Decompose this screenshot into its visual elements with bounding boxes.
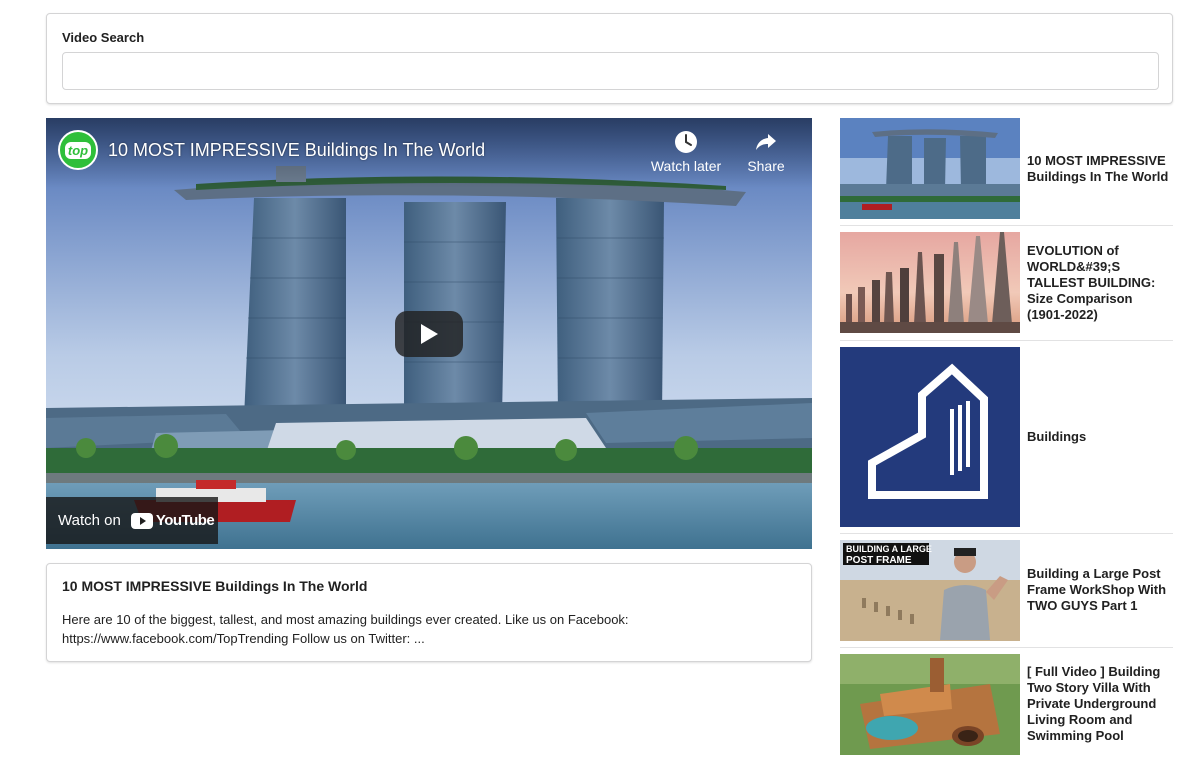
video-list-item-title: EVOLUTION of WORLD&#39;S TALLEST BUILDIN…: [1027, 243, 1156, 322]
video-list-item-title: Building a Large Post Frame WorkShop Wit…: [1027, 566, 1167, 613]
play-button[interactable]: [395, 311, 463, 357]
youtube-play-icon: [130, 512, 153, 529]
building-logo-icon: [840, 347, 1020, 527]
video-list-item-title: 10 MOST IMPRESSIVE Buildings In The Worl…: [1027, 153, 1169, 184]
watch-on-label: Watch on: [58, 512, 121, 529]
video-list-item-title: [ Full Video ] Building Two Story Villa …: [1027, 664, 1161, 743]
player-title[interactable]: 10 MOST IMPRESSIVE Buildings In The Worl…: [108, 140, 485, 161]
video-detail-description: Here are 10 of the biggest, tallest, and…: [62, 612, 629, 646]
video-list-item[interactable]: BUILDING A LARGE POST FRAME Building a L…: [840, 540, 1173, 641]
video-list-item[interactable]: Buildings: [840, 347, 1173, 527]
watch-later-label: Watch later: [650, 158, 722, 174]
clock-icon: [675, 131, 697, 153]
video-thumbnail: BUILDING A LARGE POST FRAME: [840, 540, 1020, 641]
video-list-item[interactable]: 10 MOST IMPRESSIVE Buildings In The Worl…: [840, 118, 1173, 219]
video-list-item-title: Buildings: [1027, 429, 1087, 444]
list-divider: [840, 647, 1173, 648]
video-detail-title: 10 MOST IMPRESSIVE Buildings In The Worl…: [62, 578, 368, 594]
channel-logo[interactable]: top: [58, 130, 98, 170]
youtube-logo: YouTube: [130, 512, 215, 529]
share-arrow-icon: [756, 134, 776, 150]
video-thumbnail: [840, 232, 1020, 333]
watch-on-youtube-button[interactable]: Watch on YouTube: [46, 497, 218, 544]
share-button[interactable]: Share: [726, 130, 806, 174]
watch-later-button[interactable]: Watch later: [646, 130, 726, 174]
video-thumbnail: [840, 654, 1020, 755]
svg-text:POST FRAME: POST FRAME: [846, 555, 912, 566]
video-detail-card: 10 MOST IMPRESSIVE Buildings In The Worl…: [46, 563, 812, 662]
list-divider: [840, 225, 1173, 226]
list-divider: [840, 340, 1173, 341]
video-list-item[interactable]: [ Full Video ] Building Two Story Villa …: [840, 654, 1173, 755]
list-divider: [840, 533, 1173, 534]
video-player[interactable]: top 10 MOST IMPRESSIVE Buildings In The …: [46, 118, 812, 549]
video-search-label: Video Search: [62, 30, 145, 45]
video-search-input[interactable]: [62, 52, 1159, 90]
play-icon: [421, 324, 438, 344]
video-list-item[interactable]: EVOLUTION of WORLD&#39;S TALLEST BUILDIN…: [840, 232, 1173, 333]
video-thumbnail: [840, 118, 1020, 219]
svg-text:BUILDING A LARGE: BUILDING A LARGE: [846, 544, 932, 554]
video-search-card: Video Search: [46, 13, 1173, 104]
share-label: Share: [747, 158, 785, 174]
